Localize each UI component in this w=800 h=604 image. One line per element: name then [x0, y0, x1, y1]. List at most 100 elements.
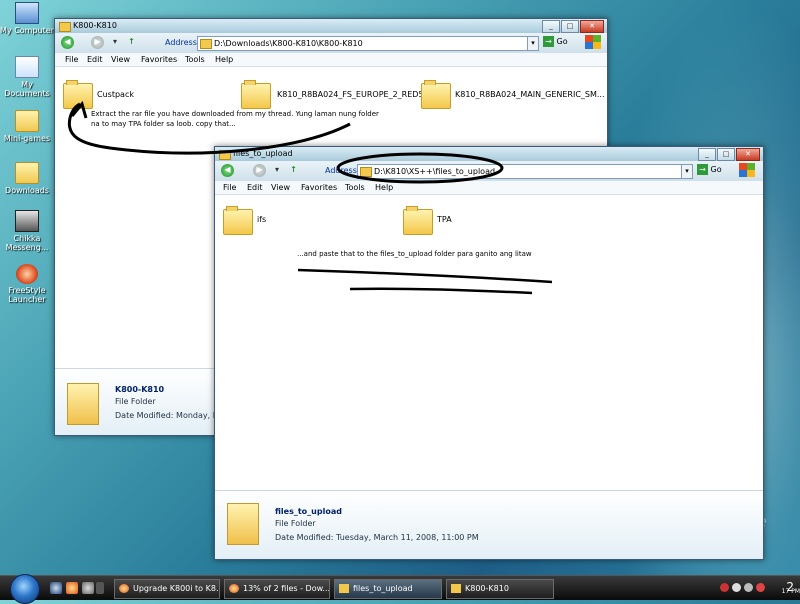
close-button[interactable]: ✕	[580, 20, 604, 33]
back-arrow-icon[interactable]: ◀	[221, 164, 234, 177]
details-type: File Folder	[275, 519, 316, 528]
history-dropdown-icon[interactable]: ▾	[111, 36, 119, 49]
go-label: Go	[710, 165, 722, 174]
go-button[interactable]: → Go	[543, 36, 568, 47]
folder-icon	[360, 167, 372, 177]
windows-logo-icon	[585, 35, 601, 49]
window-controls: _ □ ✕	[541, 20, 604, 33]
antivirus-icon[interactable]	[720, 583, 729, 592]
ie-icon[interactable]	[50, 582, 62, 594]
details-date: Date Modified: Tuesday, March 11, 2008, …	[275, 533, 479, 542]
folder-name: ifs	[257, 215, 267, 224]
maximize-button[interactable]: □	[561, 20, 579, 33]
desktop-icon-chikka[interactable]: Chikka Messeng...	[0, 210, 54, 252]
forward-arrow-icon[interactable]: ▶	[253, 164, 266, 177]
folder-name: Custpack	[97, 90, 134, 99]
explorer-window-files-to-upload: files_to_upload _ □ ✕ ◀ ▶ ▾ ↑ Address D:\K…	[214, 146, 764, 560]
taskbar-button-download[interactable]: 13% of 2 files - Dow...	[224, 579, 330, 599]
annotation-text: ...and paste that to the files_to_upload…	[297, 250, 532, 258]
desktop-icon-mini-games[interactable]: Mini-games	[0, 110, 54, 143]
address-toolbar: ◀ ▶ ▾ ↑ Address D:\K810\XS++\files_to_up…	[215, 161, 763, 181]
back-arrow-icon[interactable]: ◀	[61, 36, 74, 49]
menu-tools[interactable]: Tools	[345, 183, 365, 192]
annotation-text: Extract the rar file you have downloaded…	[91, 110, 379, 128]
desktop-icon-label: FreeStyle Launcher	[8, 286, 46, 304]
folder-icon	[403, 206, 433, 235]
quicklaunch-more-icon[interactable]	[96, 582, 104, 594]
menu-help[interactable]: Help	[375, 183, 393, 192]
folder-icon	[451, 584, 461, 593]
address-dropdown-icon[interactable]: ▾	[527, 37, 538, 50]
clock-minutes: 17 PM	[781, 588, 800, 595]
taskbar-button-files-to-upload[interactable]: files_to_upload	[334, 579, 442, 599]
minimize-button[interactable]: _	[542, 20, 560, 33]
menu-help[interactable]: Help	[215, 55, 233, 64]
up-folder-icon[interactable]: ↑	[125, 36, 138, 49]
menu-bar: File Edit View Favorites Tools Help	[215, 181, 763, 195]
folder-icon	[67, 383, 99, 425]
system-tray: 2 17 PM	[720, 576, 800, 600]
folder-icon	[223, 206, 253, 235]
menu-file[interactable]: File	[65, 55, 78, 64]
maximize-button[interactable]: □	[717, 148, 735, 161]
desktop-icon-label: My Documents	[4, 80, 50, 98]
menu-tools[interactable]: Tools	[185, 55, 205, 64]
desktop-icon-freestyle[interactable]: FreeStyle Launcher	[0, 264, 54, 304]
volume-icon[interactable]	[744, 583, 753, 592]
window-titlebar[interactable]: files_to_upload _ □ ✕	[215, 147, 763, 161]
quicklaunch-icon[interactable]	[82, 582, 94, 594]
desktop-icon-label: Downloads	[5, 186, 49, 195]
go-button[interactable]: → Go	[697, 164, 722, 175]
folder-icon	[63, 80, 93, 109]
address-field[interactable]: D:\K810\XS++\files_to_upload ▾	[357, 164, 693, 179]
taskbar-button-k800-k810[interactable]: K800-K810	[446, 579, 554, 599]
taskbar-button-label: files_to_upload	[353, 584, 413, 593]
folder-icon	[227, 503, 259, 545]
details-type: File Folder	[115, 397, 156, 406]
firefox-icon	[229, 584, 239, 593]
address-field[interactable]: D:\Downloads\K800-K810\K800-K810 ▾	[197, 36, 539, 51]
menu-file[interactable]: File	[223, 183, 236, 192]
taskbar: Upgrade K800i to K8... 13% of 2 files - …	[0, 574, 800, 604]
desktop-icon-label: Chikka Messeng...	[5, 234, 49, 252]
menu-view[interactable]: View	[271, 183, 290, 192]
window-titlebar[interactable]: K800-K810 _ □ ✕	[55, 19, 607, 33]
taskbar-button-label: K800-K810	[465, 584, 509, 593]
chikka-icon	[15, 210, 39, 232]
computer-icon	[15, 2, 39, 24]
taskbar-button-label: Upgrade K800i to K8...	[133, 584, 220, 593]
folder-name: K810_R8BA024_FS_EUROPE_2_RED5...	[277, 90, 432, 99]
folder-icon	[15, 110, 39, 132]
address-label: Address	[325, 166, 357, 175]
history-dropdown-icon[interactable]: ▾	[273, 164, 281, 177]
network-icon[interactable]	[732, 583, 741, 592]
folder-icon	[339, 584, 349, 593]
go-arrow-icon: →	[543, 36, 554, 47]
menu-bar: File Edit View Favorites Tools Help	[55, 53, 607, 67]
close-button[interactable]: ✕	[736, 148, 760, 161]
forward-arrow-icon[interactable]: ▶	[91, 36, 104, 49]
up-folder-icon[interactable]: ↑	[287, 164, 300, 177]
menu-edit[interactable]: Edit	[87, 55, 103, 64]
desktop-icon-my-computer[interactable]: My Computer	[0, 2, 54, 35]
go-arrow-icon: →	[697, 164, 708, 175]
details-name: K800-K810	[115, 385, 165, 394]
address-label: Address	[165, 38, 197, 47]
menu-view[interactable]: View	[111, 55, 130, 64]
desktop-icon-downloads[interactable]: Downloads	[0, 162, 54, 195]
details-date: Date Modified: Monday, Febr	[115, 411, 231, 420]
address-dropdown-icon[interactable]: ▾	[681, 165, 692, 178]
taskbar-button-label: 13% of 2 files - Dow...	[243, 584, 330, 593]
menu-favorites[interactable]: Favorites	[141, 55, 177, 64]
tray-app-icon[interactable]	[756, 583, 765, 592]
folder-icon	[241, 80, 271, 109]
desktop-icon-label: My Computer	[0, 26, 54, 35]
desktop-icon-my-documents[interactable]: My Documents	[0, 56, 54, 98]
taskbar-button-upgrade[interactable]: Upgrade K800i to K8...	[114, 579, 220, 599]
menu-edit[interactable]: Edit	[247, 183, 263, 192]
firefox-icon[interactable]	[66, 582, 78, 594]
folder-icon	[200, 39, 212, 49]
address-text: D:\Downloads\K800-K810\K800-K810	[214, 39, 363, 48]
minimize-button[interactable]: _	[698, 148, 716, 161]
menu-favorites[interactable]: Favorites	[301, 183, 337, 192]
